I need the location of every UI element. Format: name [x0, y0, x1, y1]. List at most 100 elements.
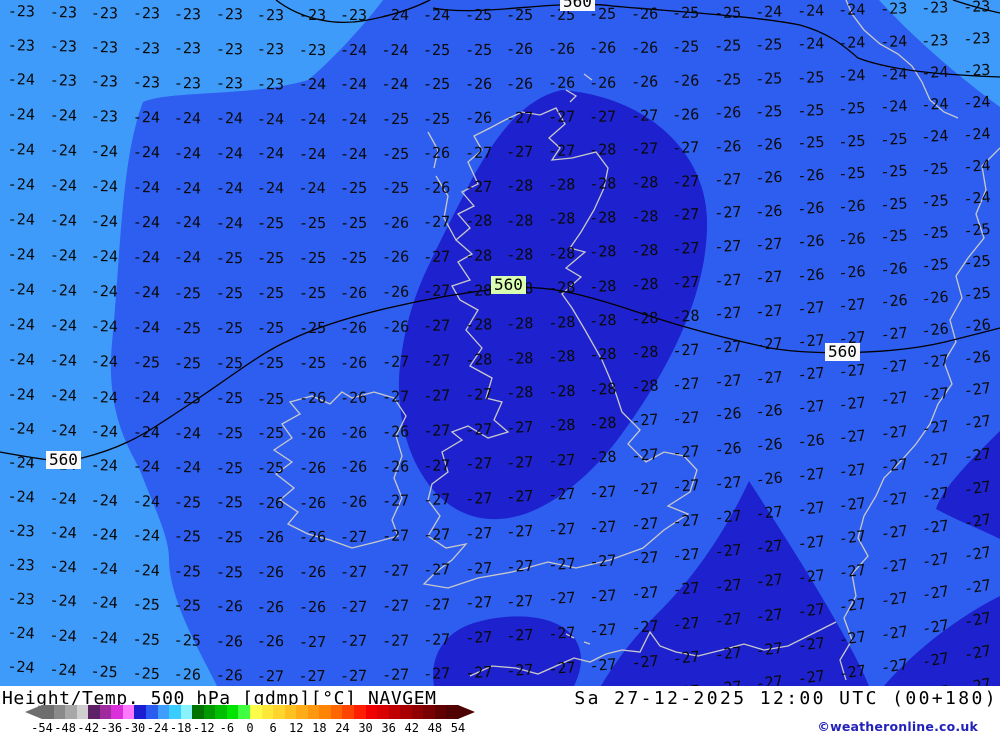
temp-value: -27	[963, 414, 992, 432]
temp-value: -24	[7, 421, 35, 437]
weather-map-screenshot: -23-23-23-23-23-23-23-23-23-24-24-25-25-…	[0, 0, 1000, 733]
temp-value: -27	[963, 644, 992, 663]
temp-value: -28	[506, 385, 534, 401]
colorbar-tick-label: -42	[77, 721, 99, 733]
temp-value: -24	[49, 178, 76, 194]
colorbar-cell	[65, 705, 77, 719]
temp-value: -27	[548, 522, 576, 538]
temp-value: -26	[340, 460, 367, 475]
temp-value: -26	[465, 111, 492, 126]
temp-value: -28	[548, 280, 576, 296]
temp-value: -27	[880, 390, 909, 408]
temp-value: -26	[215, 599, 242, 614]
temp-value: -27	[672, 207, 700, 223]
temp-value: -25	[299, 286, 326, 301]
temp-value: -28	[506, 179, 533, 195]
temp-value: -27	[465, 665, 493, 681]
temp-value: -27	[921, 518, 950, 536]
temp-value: -23	[963, 0, 991, 15]
temp-value: -23	[91, 40, 118, 56]
temp-value: -26	[755, 137, 783, 153]
temp-value: -24	[49, 283, 76, 299]
temp-value: -28	[589, 450, 617, 467]
temp-value: -26	[672, 73, 699, 89]
temp-value: -27	[465, 491, 493, 507]
temp-value: -25	[174, 391, 201, 406]
temp-value: -24	[880, 99, 908, 115]
temp-value: -28	[548, 418, 576, 434]
temp-value: -27	[963, 512, 992, 531]
temp-value: -27	[548, 144, 575, 160]
colorbar-tick-label: 6	[269, 721, 276, 733]
temp-value: -25	[257, 216, 284, 231]
colorbar-arrow-left	[25, 705, 42, 719]
temp-value: -24	[91, 424, 119, 440]
temp-value: -27	[963, 545, 992, 564]
temp-value: -26	[340, 355, 367, 370]
temp-value: -24	[340, 77, 367, 92]
temp-value: -28	[465, 283, 492, 299]
temp-value: -27	[672, 241, 700, 257]
temp-value: -27	[548, 625, 576, 642]
temp-value: -24	[49, 525, 77, 541]
temp-value: -27	[963, 578, 992, 597]
temp-value: -26	[257, 530, 284, 545]
temp-value: -27	[714, 272, 742, 288]
temp-value: -24	[174, 426, 201, 441]
temp-value: -26	[631, 6, 658, 21]
temp-value: -27	[340, 564, 367, 579]
temp-value: -24	[132, 390, 159, 405]
temp-value: -27	[838, 563, 867, 581]
temp-value: -27	[714, 611, 742, 629]
temp-value: -28	[589, 177, 617, 193]
temp-value: -24	[91, 284, 118, 300]
temp-value: -26	[257, 565, 284, 580]
temp-value: -25	[257, 391, 284, 406]
colorbar-cell	[354, 705, 366, 719]
temp-value: -28	[631, 311, 659, 327]
temp-value: -27	[589, 622, 617, 639]
temp-value: -24	[132, 320, 159, 335]
temp-value: -24	[963, 95, 991, 111]
temp-value: -24	[7, 625, 35, 642]
temp-value: -25	[215, 495, 242, 510]
temp-value: -24	[132, 425, 159, 441]
temp-value: -26	[257, 634, 284, 649]
colorbar-cell	[377, 705, 389, 719]
temp-value: -26	[797, 201, 825, 217]
colorbar-arrow-right	[458, 705, 475, 719]
temp-value: -24	[8, 317, 36, 333]
temp-value: -27	[880, 326, 908, 343]
temp-value: -27	[465, 595, 493, 611]
temp-value: -27	[423, 423, 451, 439]
temp-value: -23	[7, 557, 35, 574]
temp-value: -27	[672, 376, 700, 393]
colorbar-cell	[389, 705, 401, 719]
temp-value: -26	[631, 74, 658, 90]
temp-value: -25	[755, 71, 783, 87]
temp-value: -23	[49, 5, 76, 21]
temp-value: -24	[8, 282, 36, 298]
temp-value: -24	[49, 388, 77, 404]
temp-value: -28	[548, 212, 576, 228]
temp-value: -27	[714, 577, 742, 594]
temp-value: -28	[465, 352, 493, 368]
temp-value: -27	[506, 663, 534, 679]
temp-value: -27	[506, 454, 534, 470]
temp-value: -27	[755, 236, 783, 252]
temp-value: -27	[299, 669, 326, 684]
temp-value: -23	[963, 63, 991, 79]
temp-value: -28	[631, 277, 659, 293]
temp-value: -27	[589, 588, 617, 605]
temp-value: -27	[963, 611, 992, 630]
temp-value: -28	[506, 316, 534, 332]
colorbar-cell	[77, 705, 89, 719]
temp-value: -24	[8, 212, 36, 228]
temp-value: -27	[382, 494, 409, 510]
temp-value: -24	[132, 180, 159, 195]
temp-value: -27	[257, 669, 284, 684]
temp-value: -24	[298, 77, 325, 92]
temp-value: -24	[132, 215, 159, 230]
temp-value: -25	[755, 104, 783, 120]
temp-value: -24	[340, 147, 367, 162]
